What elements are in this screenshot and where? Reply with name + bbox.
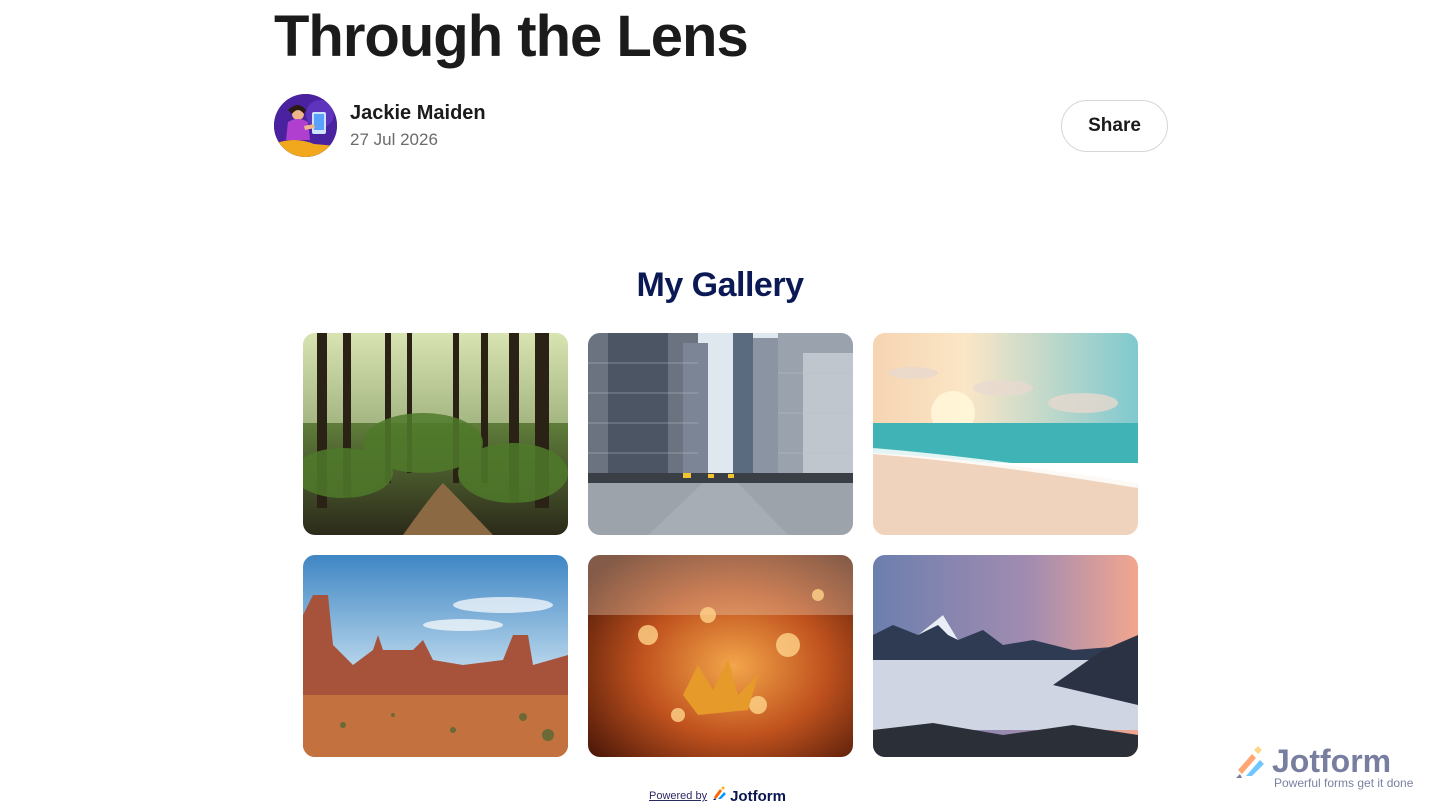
author-name: Jackie Maiden [350,102,486,124]
page-title: Through the Lens [274,4,749,69]
page: Through the Lens Jackie Maiden 27 Jul 20… [0,0,1440,810]
author-block: Jackie Maiden 27 Jul 2026 [274,94,486,157]
powered-by[interactable]: Powered by Jotform [649,786,786,806]
jotform-badge-brand: Jotform [1272,743,1392,779]
jotform-logo-icon [712,786,727,806]
gallery-image-desert[interactable] [303,555,568,757]
gallery-image-forest[interactable] [303,333,568,535]
gallery-image-autumn-leaves[interactable] [588,555,853,757]
gallery-image-mountains[interactable] [873,555,1138,757]
jotform-badge-tagline: Powerful forms get it done [1274,776,1414,790]
gallery-image-beach[interactable] [873,333,1138,535]
post-date: 27 Jul 2026 [350,130,438,149]
powered-by-brand: Jotform [730,787,786,805]
gallery-title: My Gallery [636,266,804,304]
share-button[interactable]: Share [1061,100,1168,152]
gallery-image-city[interactable] [588,333,853,535]
powered-by-text[interactable]: Powered by [649,790,707,802]
avatar[interactable] [274,94,337,157]
jotform-badge[interactable]: Jotform Powerful forms get it done [1234,744,1413,790]
jotform-badge-logo-icon [1234,746,1268,785]
